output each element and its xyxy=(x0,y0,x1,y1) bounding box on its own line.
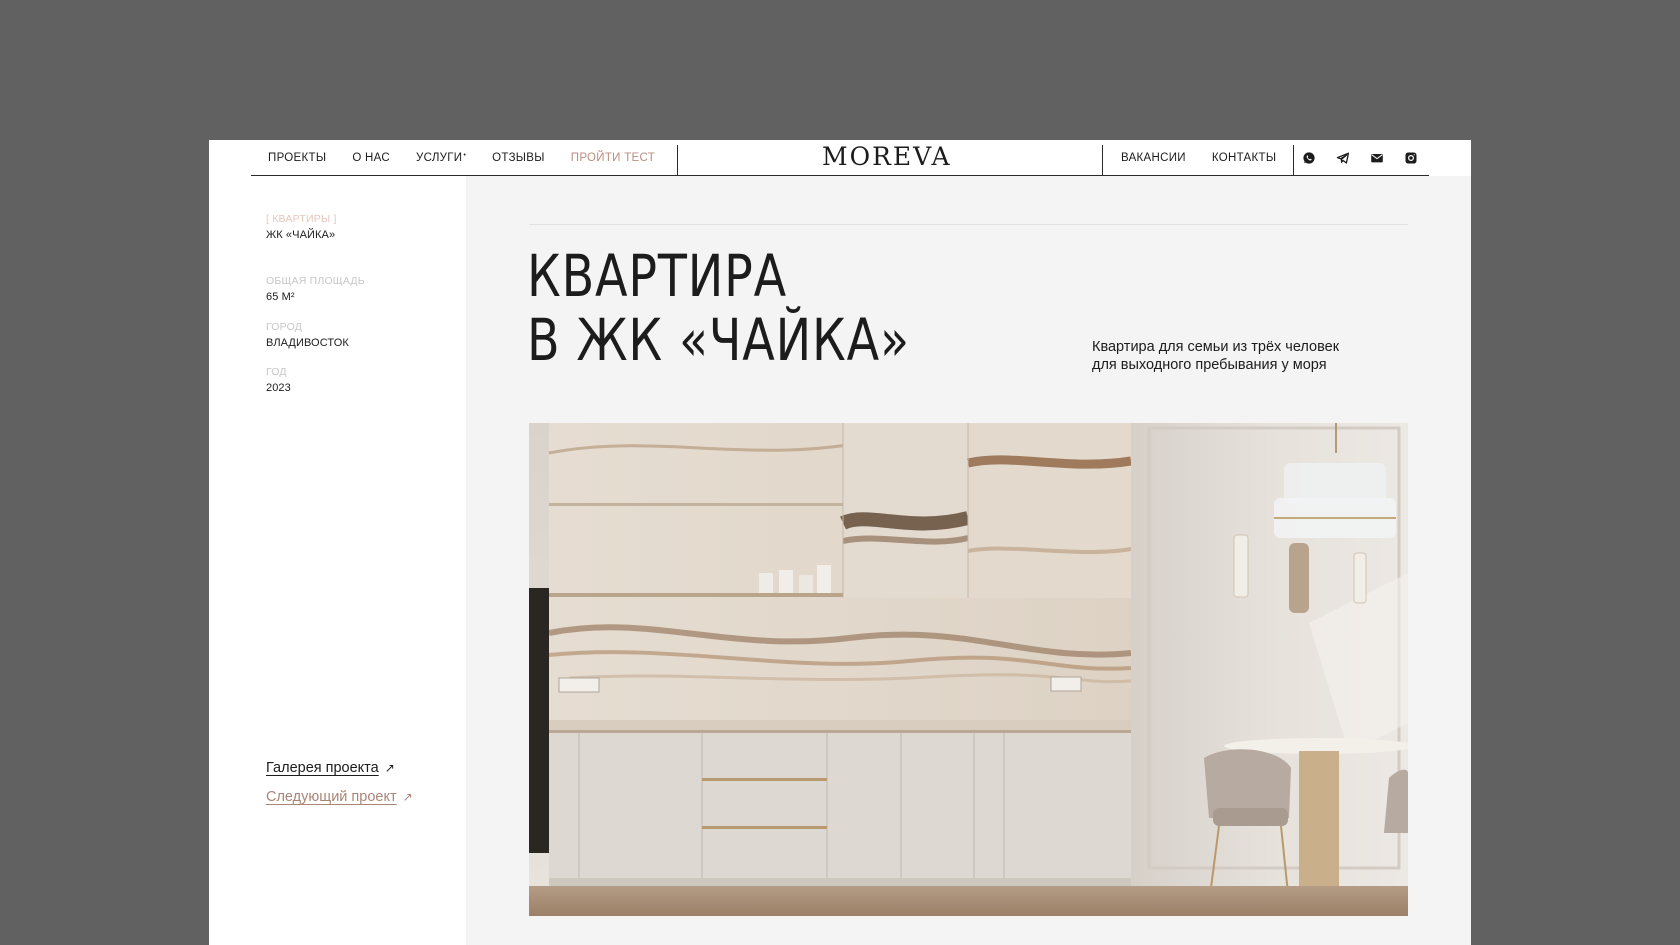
nav-take-test[interactable]: ПРОЙТИ ТЕСТ xyxy=(571,152,655,164)
arrow-up-right-icon: ↗ xyxy=(402,790,413,804)
next-project-link-label: Следующий проект xyxy=(266,789,397,805)
nav-services[interactable]: УСЛУГИ• xyxy=(416,152,466,164)
social-icons xyxy=(1302,140,1418,175)
city-block: ГОРОД ВЛАДИВОСТОК xyxy=(266,321,349,349)
instagram-icon[interactable] xyxy=(1404,151,1418,165)
whatsapp-icon[interactable] xyxy=(1302,151,1316,165)
page-title-line-2: В ЖК «ЧАЙКА» xyxy=(527,306,910,374)
nav-projects[interactable]: ПРОЕКТЫ xyxy=(268,152,326,164)
header-divider xyxy=(1293,145,1294,175)
nav-vacancies[interactable]: ВАКАНСИИ xyxy=(1121,152,1186,164)
page-title-line-1: КВАРТИРА xyxy=(527,242,788,310)
nav-contacts[interactable]: КОНТАКТЫ xyxy=(1212,152,1276,164)
nav-services-marker: • xyxy=(463,151,467,159)
mail-icon[interactable] xyxy=(1370,151,1384,165)
top-divider xyxy=(529,224,1408,225)
hero-image[interactable] xyxy=(529,423,1408,916)
area-value: 65 М² xyxy=(266,291,295,303)
city-label: ГОРОД xyxy=(266,321,303,333)
telegram-icon[interactable] xyxy=(1336,151,1350,165)
secondary-nav: ВАКАНСИИ КОНТАКТЫ xyxy=(1104,140,1285,175)
project-main: КВАРТИРА В ЖК «ЧАЙКА» Квартира для семьи… xyxy=(466,176,1471,945)
area-label: ОБЩАЯ ПЛОЩАДЬ xyxy=(266,275,365,287)
nav-services-label: УСЛУГИ xyxy=(415,151,463,164)
year-label: ГОД xyxy=(266,366,287,378)
project-description-line-1: Квартира для семьи из трёх человек xyxy=(1092,339,1340,355)
main-nav: ПРОЕКТЫ О НАС УСЛУГИ• ОТЗЫВЫ ПРОЙТИ ТЕСТ xyxy=(251,140,664,175)
project-sidebar: [ КВАРТИРЫ ] ЖК «ЧАЙКА» ОБЩАЯ ПЛОЩАДЬ 65… xyxy=(209,176,466,945)
year-block: ГОД 2023 xyxy=(266,366,291,394)
nav-about[interactable]: О НАС xyxy=(352,152,390,164)
site-header: ПРОЕКТЫ О НАС УСЛУГИ• ОТЗЫВЫ ПРОЙТИ ТЕСТ… xyxy=(251,140,1429,176)
city-value: ВЛАДИВОСТОК xyxy=(266,337,349,349)
project-category-block: [ КВАРТИРЫ ] ЖК «ЧАЙКА» xyxy=(266,213,337,241)
gallery-link[interactable]: Галерея проекта ↗ xyxy=(266,760,395,776)
header-divider xyxy=(1102,145,1103,175)
project-description-line-2: для выходного пребывания у моря xyxy=(1092,357,1327,373)
year-value: 2023 xyxy=(266,382,291,394)
arrow-up-right-icon: ↗ xyxy=(384,761,395,775)
project-name: ЖК «ЧАЙКА» xyxy=(266,229,336,241)
header-divider xyxy=(677,145,678,175)
kitchen-interior-image xyxy=(529,423,1408,916)
next-project-link[interactable]: Следующий проект ↗ xyxy=(266,789,413,805)
page-title: КВАРТИРА В ЖК «ЧАЙКА» xyxy=(527,244,910,372)
nav-reviews[interactable]: ОТЗЫВЫ xyxy=(492,152,545,164)
page-frame: ПРОЕКТЫ О НАС УСЛУГИ• ОТЗЫВЫ ПРОЙТИ ТЕСТ… xyxy=(209,140,1471,945)
project-category[interactable]: [ КВАРТИРЫ ] xyxy=(266,213,337,225)
area-block: ОБЩАЯ ПЛОЩАДЬ 65 М² xyxy=(266,275,365,303)
gallery-link-label: Галерея проекта xyxy=(266,760,379,776)
brand-logo[interactable]: MOREVA xyxy=(822,142,952,171)
project-description: Квартира для семьи из трёх человек для в… xyxy=(1092,338,1392,374)
